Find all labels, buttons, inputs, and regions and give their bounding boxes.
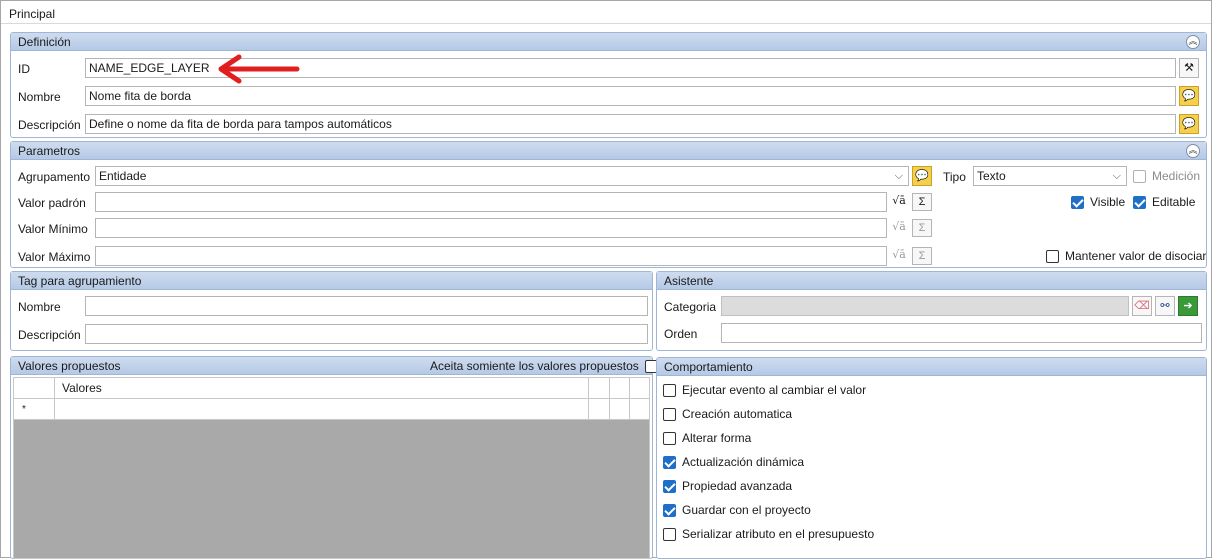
nombre-label: Nombre (18, 90, 61, 104)
comportamiento-checkbox[interactable]: Ejecutar evento al cambiar el valor (663, 383, 866, 397)
tipo-select[interactable]: Texto ⌵ (973, 166, 1127, 186)
checkbox-box (663, 479, 676, 493)
comportamiento-checkbox[interactable]: Creación automatica (663, 407, 792, 421)
sqrt-formula-icon[interactable]: √ā (889, 192, 909, 212)
visible-checkbox[interactable]: Visible (1071, 195, 1125, 209)
valor-padron-field[interactable] (95, 192, 887, 212)
medicion-checkbox[interactable]: Medición (1133, 169, 1200, 183)
tipo-value: Texto (977, 169, 1006, 183)
definicion-header: Definición ︽ (11, 33, 1206, 51)
comportamiento-checkbox[interactable]: Alterar forma (663, 431, 751, 445)
tag-nombre-label: Nombre (18, 300, 61, 314)
asistente-panel: Asistente Categoria ⌫ ⚯ ➔ Orden (656, 271, 1207, 351)
sqrt-formula-icon[interactable]: √ā (889, 218, 909, 238)
editable-label: Editable (1152, 195, 1196, 209)
comportamiento-label: Actualización dinámica (682, 455, 805, 469)
valores-panel: Valores propuestos Aceita somiente los v… (10, 356, 658, 559)
tag-descripcion-label: Descripción (18, 328, 81, 342)
sqrt-formula-icon[interactable]: √ā (889, 246, 909, 266)
comportamiento-label: Guardar con el proyecto (682, 503, 811, 517)
checkbox-box (663, 503, 676, 517)
parametros-panel: Parametros ︽ Agrupamento Entidade ⌵ 💬 Tip… (10, 141, 1207, 268)
orden-field[interactable] (721, 323, 1202, 343)
agrupamento-label: Agrupamento (18, 170, 91, 184)
comportamiento-label: Creación automatica (682, 407, 793, 421)
table-row[interactable]: * (14, 399, 649, 420)
comportamiento-label: Ejecutar evento al cambiar el valor (682, 383, 867, 397)
comportamiento-header: Comportamiento (657, 358, 1206, 376)
orden-label: Orden (664, 327, 698, 341)
properties-window: Principal Definición ︽ ID NAME_EDGE_LAYE… (0, 0, 1212, 559)
medicion-label: Medición (1152, 169, 1201, 183)
agrupamento-select[interactable]: Entidade ⌵ (95, 166, 909, 186)
parametros-header: Parametros ︽ (11, 142, 1206, 160)
valor-maximo-label: Valor Máximo (18, 250, 91, 264)
nombre-field[interactable]: Nome fita de borda (85, 86, 1176, 106)
chevron-down-icon: ⌵ (894, 170, 903, 182)
definicion-panel: Definición ︽ ID NAME_EDGE_LAYER ⚒ Nombre… (10, 32, 1207, 138)
comportamiento-label: Serializar atributo en el presupuesto (682, 527, 875, 541)
tag-nombre-field[interactable] (85, 296, 648, 316)
tag-descripcion-field[interactable] (85, 324, 648, 344)
agrupamento-value: Entidade (99, 169, 147, 183)
checkbox-box (663, 431, 676, 445)
valores-grid: Valores * (13, 377, 650, 559)
speech-bubble-icon[interactable]: 💬 (1179, 86, 1199, 106)
acepta-checkbox[interactable]: Aceita somiente los valores propuestos (430, 359, 658, 373)
collapse-icon[interactable]: ︽ (1186, 144, 1200, 158)
comportamiento-checkbox[interactable]: Serializar atributo en el presupuesto (663, 527, 874, 541)
speech-bubble-icon[interactable]: 💬 (912, 166, 932, 186)
descripcion-field[interactable]: Define o nome da fita de borda para tamp… (85, 114, 1176, 134)
green-arrow-icon[interactable]: ➔ (1178, 296, 1198, 316)
sigma-icon[interactable]: Σ (912, 193, 932, 211)
valor-padron-label: Valor padrón (18, 196, 86, 210)
editable-checkbox[interactable]: Editable (1133, 195, 1195, 209)
categoria-field (721, 296, 1129, 316)
comportamiento-checkbox[interactable]: Guardar con el proyecto (663, 503, 811, 517)
comportamiento-label: Propiedad avanzada (682, 479, 793, 493)
visible-label: Visible (1090, 195, 1126, 209)
asistente-header: Asistente (657, 272, 1206, 290)
window-title: Principal (9, 7, 56, 21)
grid-header-row: Valores (14, 378, 649, 399)
mantener-checkbox[interactable]: Mantener valor de disociar (1046, 249, 1206, 263)
checkbox-box (663, 407, 676, 421)
sigma-icon[interactable]: Σ (912, 219, 932, 237)
checkbox-box (1133, 169, 1146, 183)
checkbox-box (1133, 195, 1146, 209)
binoculars-icon[interactable]: ⚯ (1155, 296, 1175, 316)
column-header-valores[interactable]: Valores (55, 378, 589, 398)
mantener-label: Mantener valor de disociar (1065, 249, 1207, 263)
eraser-icon[interactable]: ⌫ (1132, 296, 1152, 316)
valor-maximo-field[interactable] (95, 246, 887, 266)
checkbox-box (663, 527, 676, 541)
checkbox-box (663, 455, 676, 469)
new-row-marker: * (14, 399, 55, 419)
wizard-icon[interactable]: ⚒ (1179, 58, 1199, 78)
comportamiento-checkbox[interactable]: Actualización dinámica (663, 455, 804, 469)
sigma-icon[interactable]: Σ (912, 247, 932, 265)
comportamiento-checkbox[interactable]: Propiedad avanzada (663, 479, 792, 493)
valor-minimo-field[interactable] (95, 218, 887, 238)
checkbox-box (1071, 195, 1084, 209)
tag-panel: Tag para agrupamiento Nombre Descripción (10, 271, 653, 351)
valor-minimo-label: Valor Mínimo (18, 222, 88, 236)
id-label: ID (18, 62, 30, 76)
checkbox-box (1046, 249, 1059, 263)
tag-header: Tag para agrupamiento (11, 272, 652, 290)
tipo-label: Tipo (943, 170, 966, 184)
acepta-label: Aceita somiente los valores propuestos (430, 359, 639, 373)
checkbox-box (663, 383, 676, 397)
speech-bubble-icon[interactable]: 💬 (1179, 114, 1199, 134)
categoria-label: Categoria (664, 300, 717, 314)
chevron-down-icon: ⌵ (1112, 170, 1121, 182)
collapse-icon[interactable]: ︽ (1186, 35, 1200, 49)
descripcion-label: Descripción (18, 118, 81, 132)
comportamiento-label: Alterar forma (682, 431, 752, 445)
annotation-arrow-icon (218, 54, 300, 84)
comportamiento-panel: Comportamiento Ejecutar evento al cambia… (656, 357, 1207, 559)
